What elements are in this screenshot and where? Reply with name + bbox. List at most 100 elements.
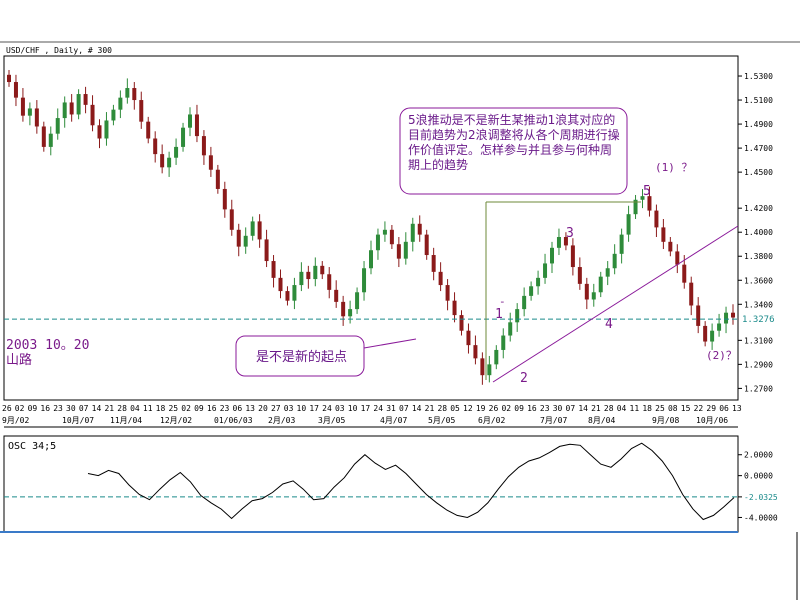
oscillator-panel-frame [3, 435, 739, 533]
y-tick-label: 1.4000 [744, 228, 773, 237]
x-month-label: 6月/02 [478, 416, 505, 425]
price-y-axis: 1.5300 1.5100 1.4900 1.4700 1.4500 1.4200 1.40… [738, 72, 773, 393]
osc-tick-label: -4.0000 [744, 513, 778, 522]
x-day-label: 16 [207, 404, 217, 413]
osc-tick-label: -2.0325 [744, 493, 778, 502]
x-day-label: 23 [540, 404, 550, 413]
x-axis-month-labels: 9月/02 10月/07 11月/04 12月/02 01/06/03 2月/03 3月/0… [2, 416, 728, 425]
x-day-label: 12 [463, 404, 473, 413]
y-tick-label: 1.4700 [744, 144, 773, 153]
x-day-label: 04 [130, 404, 140, 413]
x-day-label: 07 [566, 404, 576, 413]
wave-label-3: 3 [566, 226, 574, 241]
x-day-label: 09 [194, 404, 204, 413]
candle-body [452, 300, 457, 316]
candle-body [341, 301, 346, 317]
candle-body [675, 251, 680, 265]
wave-label-1-major: (1) ？ [655, 161, 693, 174]
x-day-label: 20 [258, 404, 268, 413]
x-day-label: 30 [553, 404, 563, 413]
candle-body [703, 325, 708, 342]
x-day-label: 23 [53, 404, 63, 413]
x-day-label: 23 [220, 404, 230, 413]
annotation-top-wrap: 5浪推动是不是新生某推动1浪其对应的目前趋势为2浪调整将从各个周期进行操作价值评… [408, 113, 620, 172]
wave-label-5: 5 [643, 184, 651, 199]
candle-body [480, 358, 485, 376]
callout-pointer-line [363, 338, 417, 349]
candle-body [459, 315, 464, 331]
candle-body [160, 154, 165, 168]
candle-body [34, 108, 39, 127]
x-month-label: 01/06/03 [214, 416, 253, 425]
candle-body [201, 136, 206, 156]
annotation-bottom-text: 是不是新的起点 [256, 349, 347, 365]
candle-body [494, 349, 499, 365]
wave-label-2: 2 [520, 371, 528, 386]
candle-body [654, 210, 659, 228]
x-day-label: 08 [668, 404, 678, 413]
candle-body [362, 268, 367, 293]
date-label: 2003 10。20 [6, 338, 89, 353]
x-day-label: 07 [399, 404, 409, 413]
candle-body [348, 309, 353, 317]
candle-body [382, 229, 387, 235]
x-day-label: 05 [450, 404, 460, 413]
candle-body [104, 120, 109, 139]
x-month-label: 3月/05 [318, 416, 345, 425]
candle-body [13, 82, 18, 98]
candle-body [285, 291, 290, 301]
x-day-label: 09 [514, 404, 524, 413]
candle-body [83, 94, 88, 105]
candle-body [250, 221, 255, 236]
candle-body [369, 250, 373, 269]
candle-body [292, 285, 297, 301]
x-day-label: 10 [348, 404, 358, 413]
x-day-label: 02 [501, 404, 511, 413]
candle-body [591, 292, 596, 300]
candle-body [612, 253, 617, 269]
x-day-label: 17 [361, 404, 371, 413]
oscillator-y-axis: 2.0000 0.0000 -2.0325 -4.0000 [738, 451, 778, 522]
candle-body [139, 100, 144, 122]
x-month-label: 9月/08 [652, 416, 679, 425]
candle-body [146, 121, 151, 139]
candle-body [69, 102, 74, 115]
x-day-label: 16 [40, 404, 50, 413]
x-month-label: 5月/05 [428, 416, 455, 425]
candle-body [710, 330, 715, 342]
candle-body [55, 118, 60, 134]
candle-body [543, 263, 548, 278]
candle-body [313, 265, 318, 280]
candle-body [271, 261, 276, 278]
x-month-label: 11月/04 [110, 416, 142, 425]
candle-body [236, 229, 241, 247]
candle-body [424, 234, 429, 256]
candle-body [570, 245, 575, 268]
candle-body [410, 223, 415, 242]
candle-body [153, 138, 158, 155]
x-month-label: 9月/02 [2, 416, 29, 425]
author-label: 山路 [6, 352, 32, 368]
x-day-label: 24 [322, 404, 332, 413]
x-day-label: 16 [527, 404, 537, 413]
x-day-label: 03 [284, 404, 294, 413]
candle-body [20, 97, 25, 116]
x-day-label: 29 [706, 404, 716, 413]
y-tick-label: 1.2900 [744, 360, 773, 369]
y-tick-label: 1.4900 [744, 120, 773, 129]
x-month-label: 7月/07 [540, 416, 567, 425]
candle-body [487, 364, 492, 376]
candle-body [522, 295, 527, 310]
wave-label-1: 1 [495, 307, 503, 322]
candle-body [194, 114, 199, 137]
candle-body [508, 322, 513, 336]
candle-body [208, 155, 213, 170]
oscillator-line [87, 442, 735, 521]
candle-body [229, 209, 234, 230]
x-day-label: 11 [630, 404, 640, 413]
candle-body [334, 289, 339, 302]
x-day-label: 13 [732, 404, 742, 413]
y-tick-label: 1.3100 [744, 336, 773, 345]
x-day-label: 17 [309, 404, 319, 413]
candle-body [556, 237, 561, 248]
